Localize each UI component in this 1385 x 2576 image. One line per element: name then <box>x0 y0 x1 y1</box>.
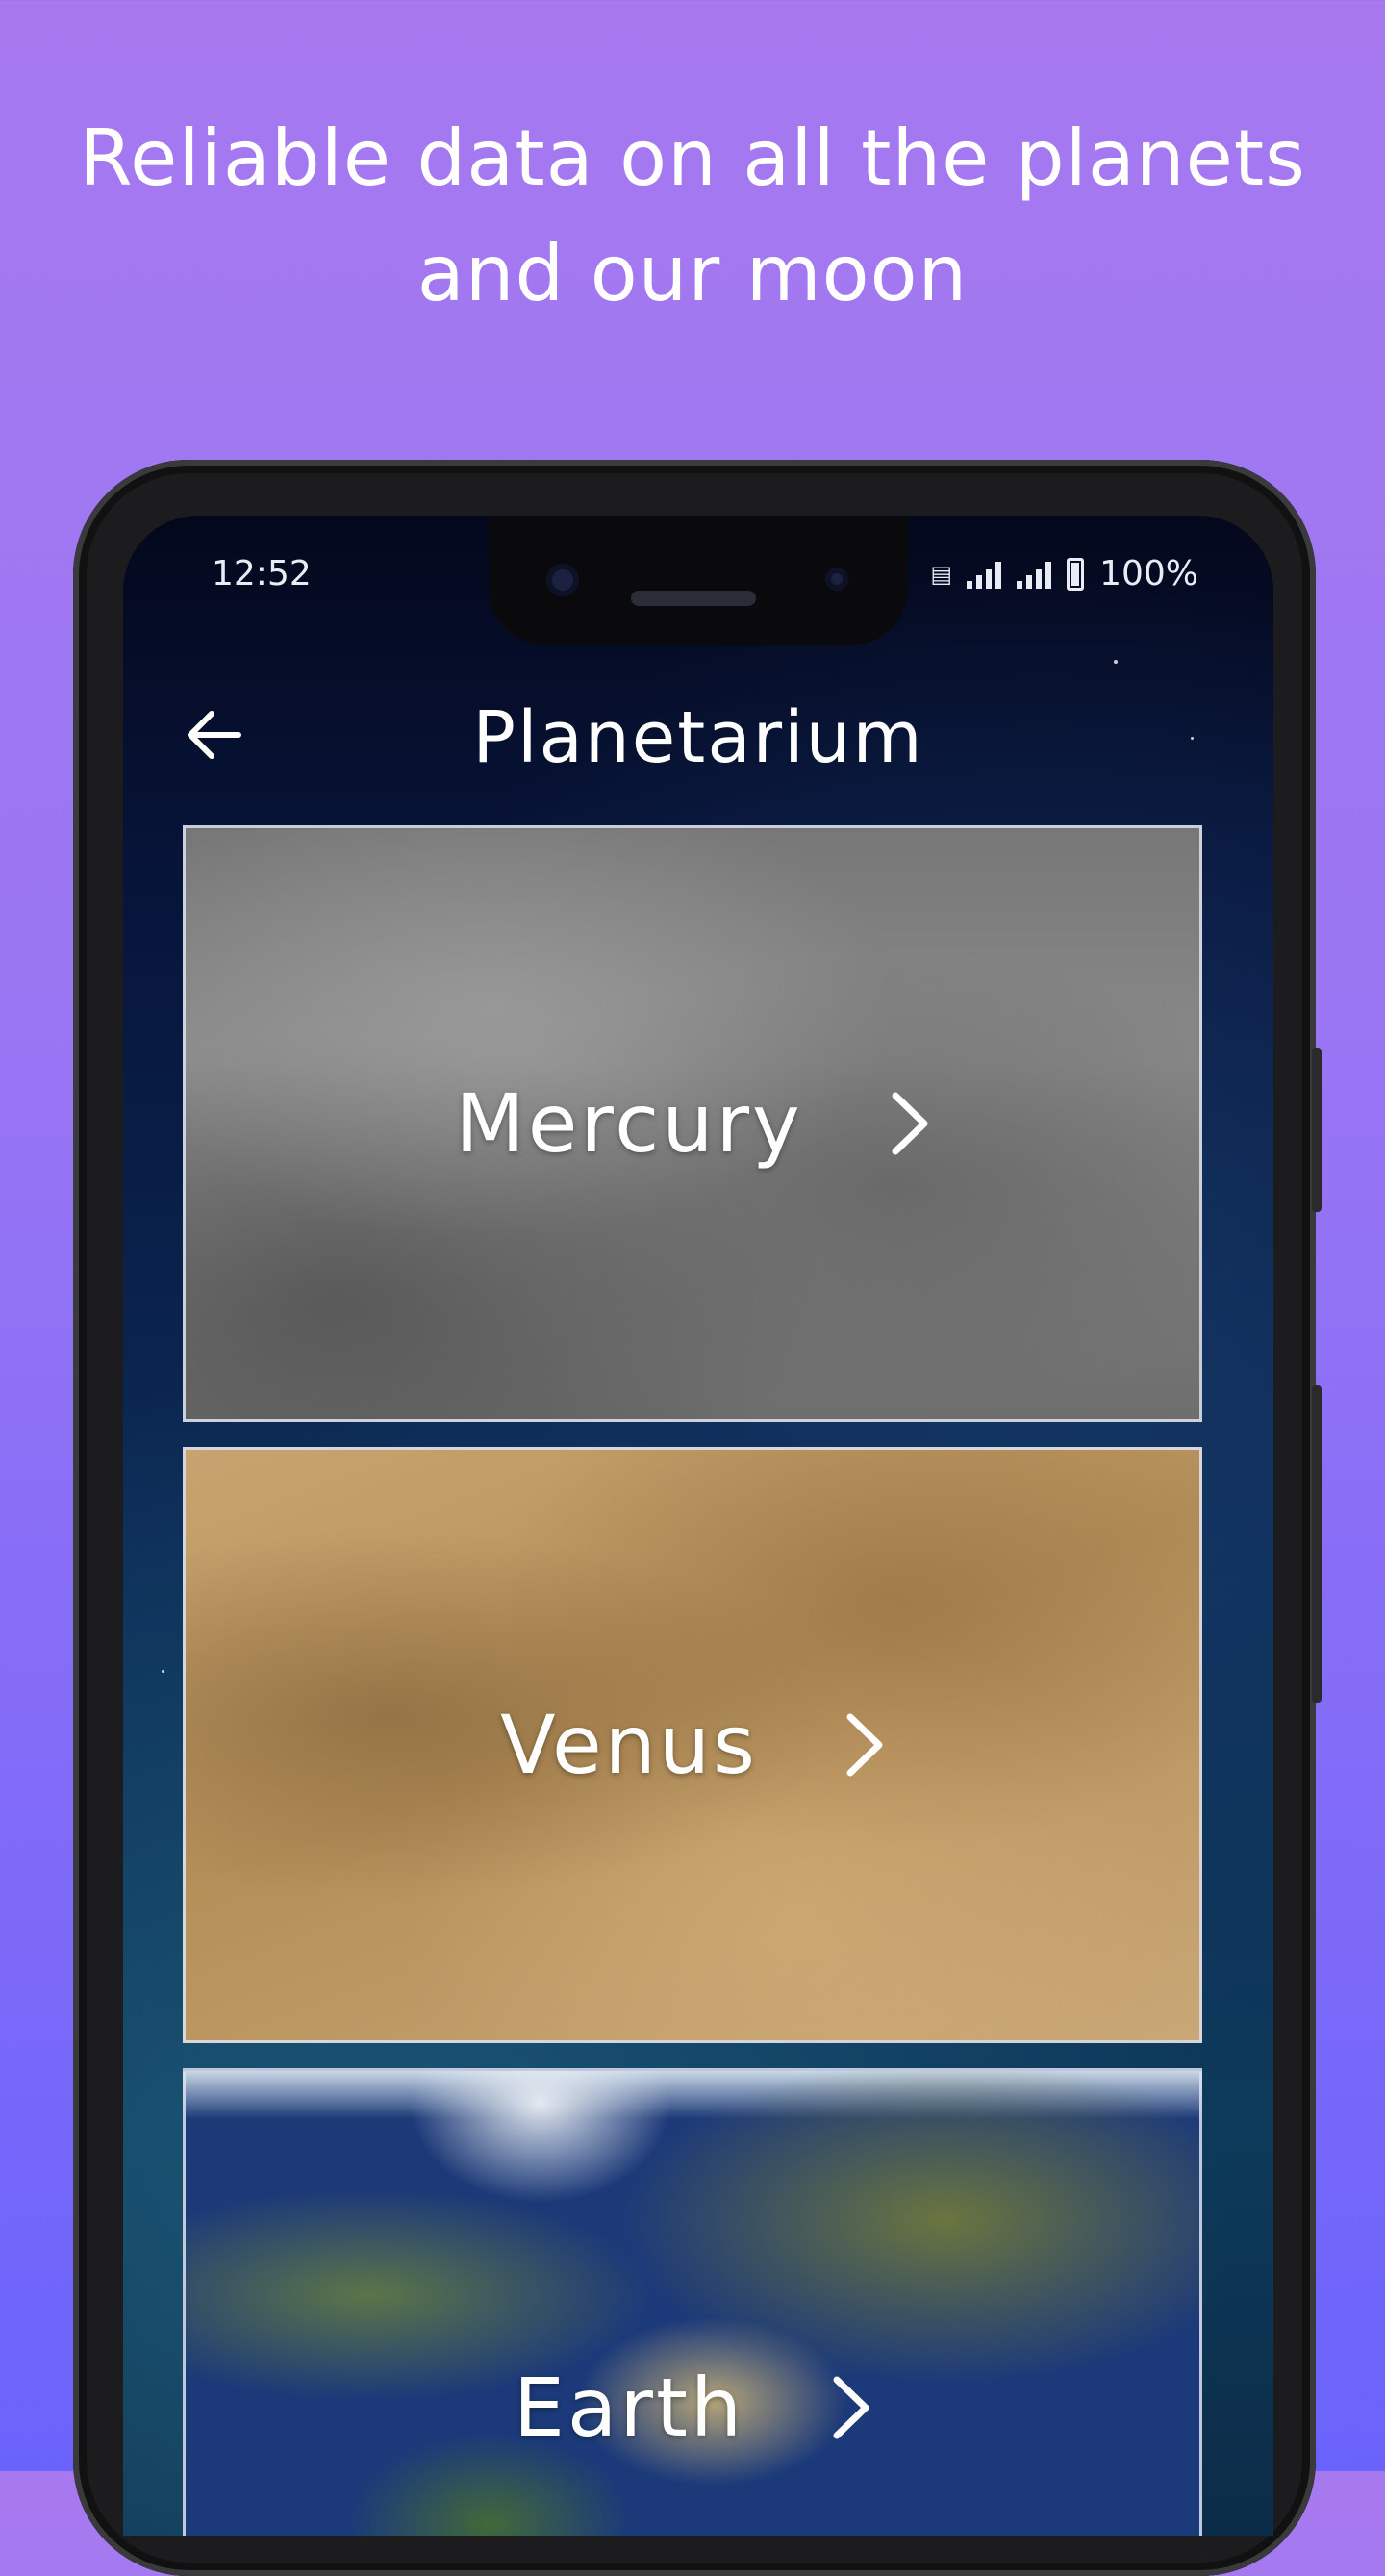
camera-lens <box>546 564 579 596</box>
camera-notch <box>489 516 908 645</box>
planet-card-mercury[interactable]: Mercury <box>183 825 1202 1422</box>
phone-side-button <box>1312 1385 1322 1703</box>
phone-side-button <box>1312 1048 1322 1212</box>
chevron-right-icon <box>846 1713 883 1777</box>
battery-percent: 100% <box>1099 554 1198 593</box>
planet-card-label: Mercury <box>186 1076 1199 1171</box>
signal-icon <box>1017 560 1052 589</box>
app-bar: Planetarium <box>123 669 1273 804</box>
planet-name: Mercury <box>455 1076 803 1171</box>
promo-line-2: and our moon <box>416 229 969 318</box>
chevron-right-icon <box>892 1092 928 1155</box>
planet-card-label: Venus <box>186 1698 1199 1792</box>
status-icons: ▤ 100% <box>930 554 1198 593</box>
planet-card-earth[interactable]: Earth <box>183 2068 1202 2536</box>
chevron-right-icon <box>833 2376 869 2439</box>
nfc-icon: ▤ <box>930 560 952 588</box>
planet-card-label: Earth <box>186 2360 1199 2456</box>
phone-screen: 12:52 ▤ 100% Planetarium Mercury Venus E… <box>123 516 1273 2536</box>
planet-name: Earth <box>513 2361 745 2455</box>
star <box>162 1670 164 1673</box>
signal-icon <box>967 560 1002 589</box>
promo-line-1: Reliable data on all the planets <box>79 114 1306 203</box>
battery-icon <box>1067 557 1085 591</box>
sensor <box>825 568 848 591</box>
planet-name: Venus <box>500 1698 758 1792</box>
star <box>1114 660 1118 664</box>
earpiece-speaker <box>631 591 756 606</box>
promo-headline: Reliable data on all the planets and our… <box>0 101 1385 332</box>
page-title: Planetarium <box>472 696 924 779</box>
status-time: 12:52 <box>212 554 312 593</box>
planet-card-venus[interactable]: Venus <box>183 1447 1202 2043</box>
